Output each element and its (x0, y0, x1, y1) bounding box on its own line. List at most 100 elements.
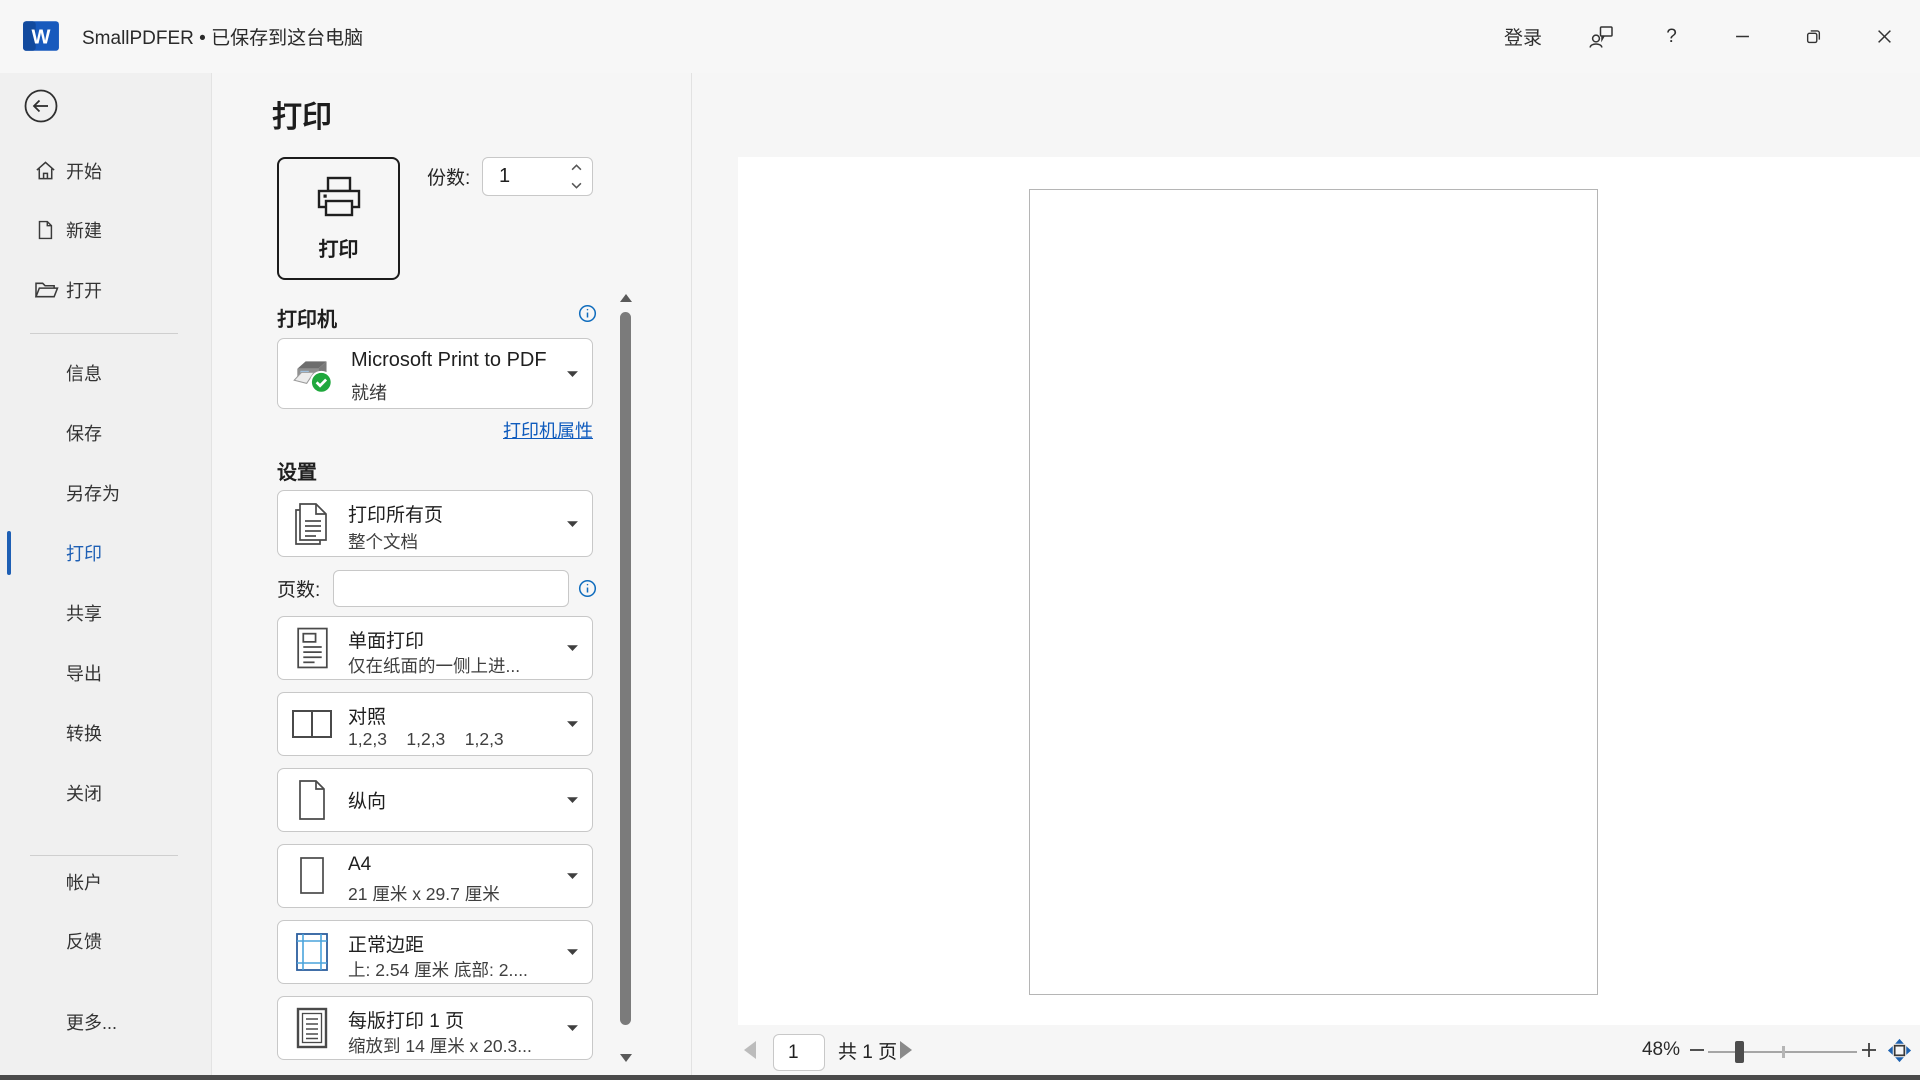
window-bottom-edge (0, 1075, 1920, 1080)
close-button[interactable] (1849, 0, 1920, 73)
sidebar-item-more[interactable]: 更多... (0, 1002, 212, 1042)
settings-section-heading: 设置 (277, 456, 317, 485)
one-sided-icon (288, 626, 336, 671)
restore-button[interactable] (1778, 0, 1849, 73)
copies-stepper (563, 160, 589, 193)
sign-in-button[interactable]: 登录 (1481, 0, 1565, 73)
chevron-down-icon (566, 644, 579, 653)
printer-properties-link[interactable]: 打印机属性 (277, 417, 593, 443)
duplex-dropdown[interactable]: 单面打印 仅在纸面的一侧上进... (277, 616, 593, 680)
current-page-input[interactable] (773, 1034, 825, 1071)
sidebar-item-transform[interactable]: 转换 (0, 713, 212, 753)
sidebar-divider (30, 333, 178, 334)
sidebar-item-label: 导出 (66, 660, 102, 686)
sidebar-item-label: 转换 (66, 720, 102, 746)
copies-label: 份数: (427, 157, 470, 196)
sidebar-divider (30, 855, 178, 856)
printer-section-heading: 打印机 (277, 303, 337, 332)
next-page-button[interactable] (898, 1025, 914, 1075)
pages-info-icon[interactable] (578, 579, 597, 598)
sidebar-item-label: 共享 (66, 600, 102, 626)
sidebar-item-feedback[interactable]: 反馈 (0, 921, 212, 961)
sidebar-item-account[interactable]: 帐户 (0, 862, 212, 902)
stepper-down-button[interactable] (571, 182, 582, 189)
dropdown-title: 单面打印 (348, 626, 424, 653)
stepper-up-button[interactable] (571, 164, 582, 171)
sidebar-item-print[interactable]: 打印 (0, 533, 212, 573)
panel-divider (691, 73, 692, 1080)
sidebar-item-label: 保存 (66, 420, 102, 446)
sidebar-item-label: 信息 (66, 360, 102, 386)
plus-icon (1861, 1042, 1877, 1058)
margins-dropdown[interactable]: 正常边距 上: 2.54 厘米 底部: 2.... (277, 920, 593, 984)
zoom-in-button[interactable] (1861, 1025, 1877, 1075)
pages-input[interactable] (333, 570, 569, 607)
collated-icon (288, 707, 336, 741)
svg-text:W: W (32, 26, 51, 48)
sidebar-item-share[interactable]: 共享 (0, 593, 212, 633)
dropdown-subtitle: 缩放到 14 厘米 x 20.3... (348, 1033, 532, 1058)
dropdown-title: 打印所有页 (348, 500, 443, 527)
paper-size-dropdown[interactable]: A4 21 厘米 x 29.7 厘米 (277, 844, 593, 908)
printer-device-icon (290, 353, 338, 397)
scrollbar-up-button[interactable] (617, 293, 635, 305)
dropdown-subtitle: 仅在纸面的一侧上进... (348, 653, 520, 678)
scrollbar-down-button[interactable] (617, 1053, 635, 1065)
printer-icon (313, 175, 365, 223)
back-button[interactable] (23, 88, 59, 124)
dropdown-title: 纵向 (348, 787, 386, 814)
zoom-slider-center-tick (1782, 1046, 1785, 1058)
dropdown-title: 每版打印 1 页 (348, 1006, 464, 1033)
minimize-icon (1735, 29, 1750, 44)
print-range-dropdown[interactable]: 打印所有页 整个文档 (277, 490, 593, 557)
scrollbar-thumb[interactable] (620, 312, 631, 1025)
sidebar-item-export[interactable]: 导出 (0, 653, 212, 693)
dropdown-title: 对照 (348, 702, 386, 729)
page-title: 打印 (272, 92, 332, 136)
restore-icon (1805, 28, 1822, 45)
sidebar-item-label: 帐户 (66, 869, 102, 895)
pages-per-sheet-dropdown[interactable]: 每版打印 1 页 缩放到 14 厘米 x 20.3... (277, 996, 593, 1060)
zoom-to-page-button[interactable] (1886, 1025, 1913, 1075)
back-arrow-icon (23, 88, 59, 124)
sidebar-item-open[interactable]: 打开 (0, 270, 212, 310)
collation-dropdown[interactable]: 对照 1,2,3 1,2,3 1,2,3 (277, 692, 593, 756)
contact-support-button[interactable] (1565, 0, 1636, 73)
sidebar-item-label: 新建 (66, 217, 102, 243)
sidebar-item-label: 打印 (66, 540, 102, 566)
dropdown-title: A4 (348, 854, 371, 876)
dropdown-subtitle: 21 厘米 x 29.7 厘米 (348, 881, 500, 906)
fit-page-icon (1886, 1037, 1913, 1064)
chevron-down-icon (566, 872, 579, 881)
close-icon (1877, 29, 1892, 44)
sidebar-item-save-as[interactable]: 另存为 (0, 473, 212, 513)
sidebar-item-home[interactable]: 开始 (0, 151, 212, 191)
print-button[interactable]: 打印 (277, 157, 400, 280)
sidebar-item-label: 关闭 (66, 780, 102, 806)
window-title: SmallPDFER • 已保存到这台电脑 (82, 0, 363, 73)
dropdown-subtitle: 上: 2.54 厘米 底部: 2.... (348, 957, 528, 982)
zoom-out-button[interactable] (1689, 1025, 1705, 1075)
pages-label: 页数: (277, 570, 320, 607)
new-document-icon (34, 219, 56, 241)
minimize-button[interactable] (1707, 0, 1778, 73)
printer-info-icon[interactable] (578, 304, 597, 323)
sidebar-item-label: 打开 (66, 277, 102, 303)
sidebar-item-new[interactable]: 新建 (0, 210, 212, 250)
previous-page-button[interactable] (742, 1025, 758, 1075)
zoom-percent-label: 48% (1612, 1025, 1680, 1075)
zoom-slider-thumb[interactable] (1735, 1041, 1744, 1063)
sidebar-item-save[interactable]: 保存 (0, 413, 212, 453)
window-titlebar: W SmallPDFER • 已保存到这台电脑 登录 ? (0, 0, 1920, 73)
printer-name: Microsoft Print to PDF (351, 349, 547, 372)
dropdown-subtitle: 整个文档 (348, 529, 418, 554)
print-all-pages-icon (288, 501, 336, 547)
help-button[interactable]: ? (1636, 0, 1707, 73)
arrow-right-icon (898, 1039, 914, 1061)
backstage-sidebar: 开始 新建 打开 信息 保存 另存为 打印 共享 导出 转换 关闭 帐 (0, 73, 212, 1080)
sidebar-item-close-doc[interactable]: 关闭 (0, 773, 212, 813)
printer-status: 就绪 (351, 379, 387, 405)
sidebar-item-info[interactable]: 信息 (0, 353, 212, 393)
printer-selector[interactable]: Microsoft Print to PDF 就绪 (277, 338, 593, 409)
orientation-dropdown[interactable]: 纵向 (277, 768, 593, 832)
